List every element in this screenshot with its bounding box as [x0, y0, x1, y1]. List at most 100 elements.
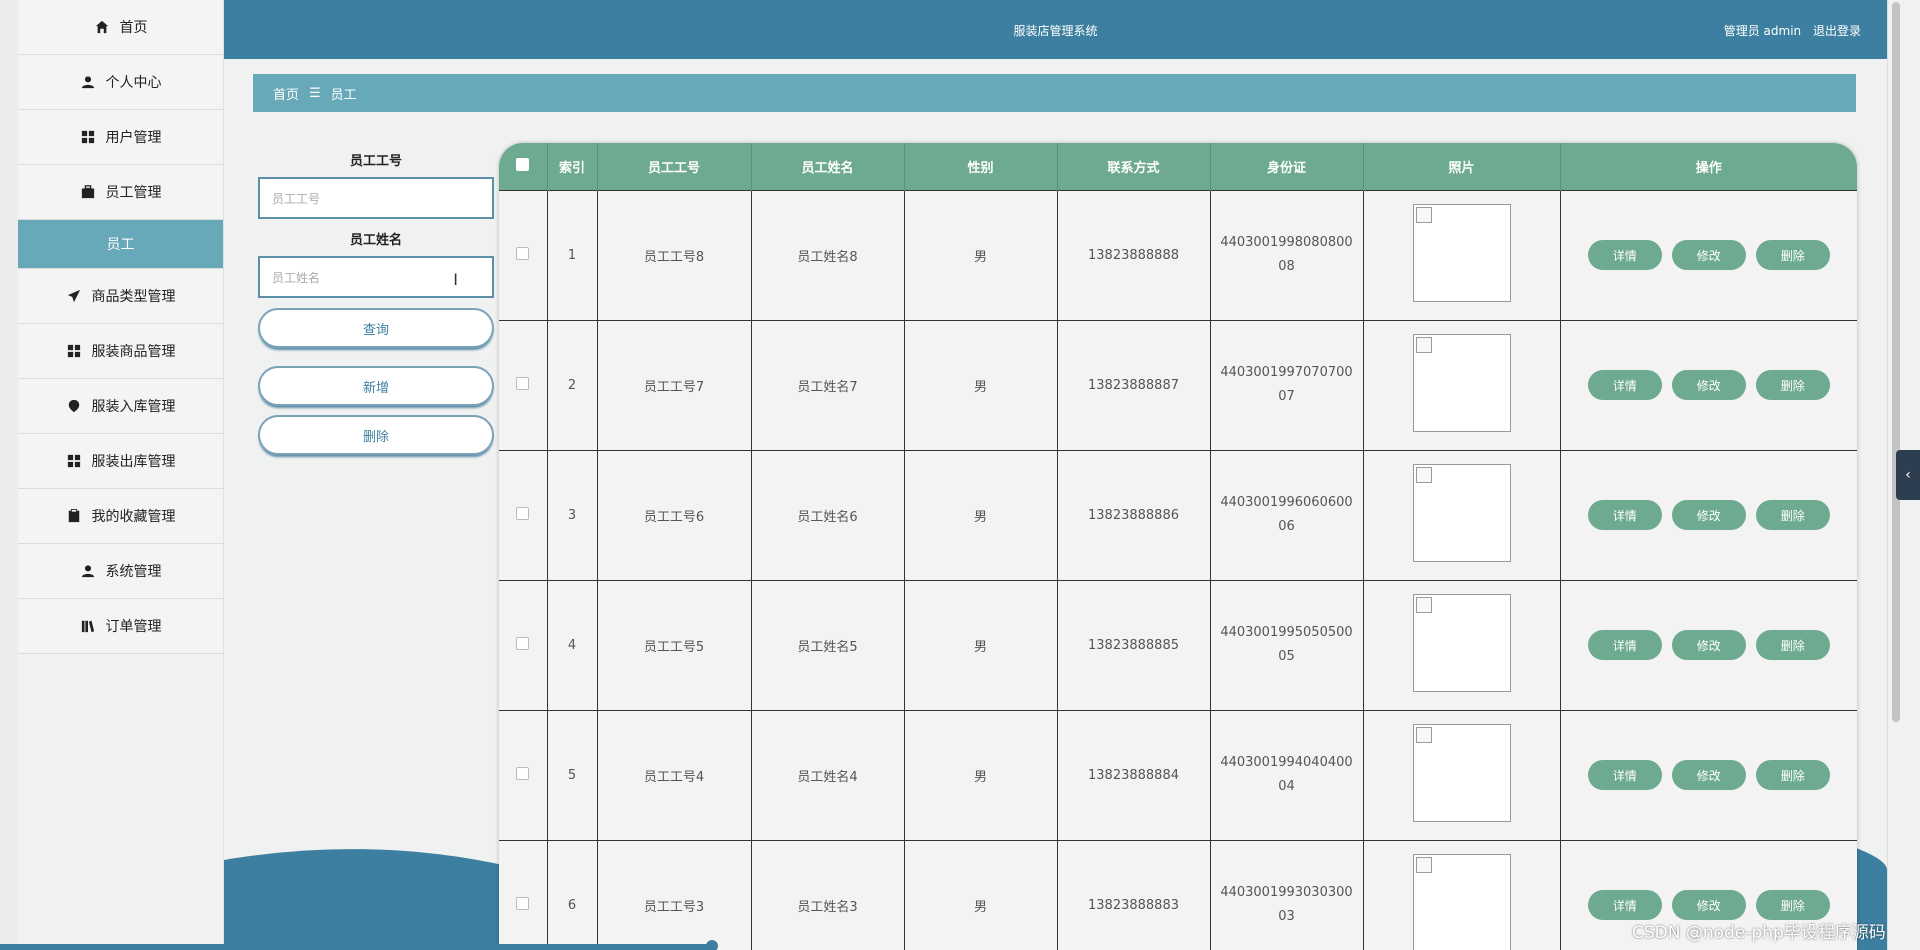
watermark: CSDN @node-php毕设程序源码 [1632, 923, 1886, 943]
employee-table: 索引 员工工号 员工姓名 性别 联系方式 身份证 照片 操作 1 员工工号8 员… [499, 143, 1857, 950]
row-checkbox[interactable] [516, 246, 530, 260]
header-id-card: 身份证 [1210, 143, 1364, 190]
index-cell: 3 [547, 449, 598, 580]
row-checkbox[interactable] [516, 636, 530, 650]
gender-cell: 男 [904, 319, 1058, 450]
photo-cell [1363, 709, 1561, 840]
edit-button[interactable]: 修改 [1671, 760, 1746, 790]
phone-cell: 13823888883 [1057, 839, 1211, 950]
briefcase-icon [80, 184, 96, 200]
photo-cell [1363, 189, 1561, 320]
sidebar-item-label: 服装出库管理 [91, 454, 176, 470]
employee-id-input[interactable]: 员工工号 [258, 177, 494, 219]
actions-cell: 详情 修改 删除 [1560, 319, 1857, 450]
id-card-line: 08 [1278, 259, 1295, 274]
sidebar-item-label: 首页 [119, 20, 148, 36]
employee-name-placeholder: 员工姓名 [272, 270, 321, 285]
add-button[interactable]: 新增 [258, 366, 494, 406]
text-cursor-icon: I [453, 270, 458, 289]
actions-cell: 详情 修改 删除 [1560, 449, 1857, 580]
row-select-cell [499, 579, 548, 710]
detail-button[interactable]: 详情 [1587, 890, 1662, 921]
sidebar-item-clothing-products[interactable]: 服装商品管理 [18, 324, 223, 379]
sidebar-item-home[interactable]: 首页 [18, 0, 223, 55]
grid-icon [80, 129, 96, 145]
sidebar-item-label: 用户管理 [105, 130, 162, 146]
index-cell: 4 [547, 579, 598, 710]
row-delete-button[interactable]: 删除 [1755, 630, 1830, 660]
horizontal-progress-bar [0, 944, 716, 950]
sidebar-item-system[interactable]: 系统管理 [18, 544, 223, 599]
sidebar-item-label: 系统管理 [105, 564, 162, 580]
id-card-cell: 4403001998080800 08 [1210, 189, 1364, 320]
collapse-tab[interactable]: ‹ [1896, 450, 1920, 500]
edit-button[interactable]: 修改 [1671, 240, 1746, 270]
delete-button[interactable]: 删除 [258, 415, 494, 455]
sidebar-item-employees[interactable]: 员工管理 [18, 165, 223, 220]
sidebar-item-profile[interactable]: 个人中心 [18, 55, 223, 110]
scrollbar-thumb[interactable] [1892, 2, 1900, 722]
sidebar-item-favorites[interactable]: 我的收藏管理 [18, 489, 223, 544]
grid-icon [66, 453, 82, 469]
id-card-cell: 4403001993030300 03 [1210, 839, 1364, 950]
row-checkbox[interactable] [516, 506, 530, 520]
row-delete-button[interactable]: 删除 [1755, 760, 1830, 790]
row-select-cell [499, 449, 548, 580]
id-card-cell: 4403001994040400 04 [1210, 709, 1364, 840]
breadcrumb-current: 员工 [330, 87, 357, 103]
left-strip [0, 0, 18, 950]
id-card-cell: 4403001997070700 07 [1210, 319, 1364, 450]
employee-name-input[interactable]: 员工姓名 I [258, 256, 494, 298]
id-card-line: 04 [1278, 779, 1295, 794]
sidebar-item-users[interactable]: 用户管理 [18, 110, 223, 165]
select-all-checkbox[interactable] [516, 157, 530, 171]
sidebar-item-label: 我的收藏管理 [91, 509, 176, 525]
grid-icon [66, 343, 82, 359]
header-employee-id: 员工工号 [597, 143, 752, 190]
sidebar-item-employee[interactable]: 员工 [18, 220, 223, 269]
breadcrumb-home[interactable]: 首页 [273, 84, 299, 103]
gender-cell: 男 [904, 579, 1058, 710]
broken-image-icon [1412, 334, 1511, 432]
row-select-cell [499, 189, 548, 320]
edit-button[interactable]: 修改 [1671, 890, 1746, 921]
id-card-line: 05 [1278, 649, 1295, 664]
photo-cell [1363, 319, 1561, 450]
row-select-cell [499, 709, 548, 840]
detail-button[interactable]: 详情 [1587, 500, 1662, 530]
home-icon [94, 19, 110, 35]
sidebar-item-product-types[interactable]: 商品类型管理 [18, 269, 223, 324]
sidebar-item-orders[interactable]: 订单管理 [18, 599, 223, 654]
detail-button[interactable]: 详情 [1587, 240, 1662, 270]
sidebar-item-label: 订单管理 [105, 619, 162, 635]
row-delete-button[interactable]: 删除 [1755, 370, 1830, 400]
edit-button[interactable]: 修改 [1671, 500, 1746, 530]
detail-button[interactable]: 详情 [1587, 370, 1662, 400]
row-checkbox[interactable] [516, 766, 530, 780]
query-button[interactable]: 查询 [258, 308, 494, 348]
sidebar-item-label: 商品类型管理 [91, 289, 176, 305]
gender-cell: 男 [904, 189, 1058, 320]
row-checkbox[interactable] [516, 896, 530, 910]
sidebar-item-stock-in[interactable]: 服装入库管理 [18, 379, 223, 434]
logout-link[interactable]: 退出登录 [1813, 24, 1861, 38]
phone-cell: 13823888887 [1057, 319, 1211, 450]
row-delete-button[interactable]: 删除 [1755, 240, 1830, 270]
gender-cell: 男 [904, 709, 1058, 840]
header-index: 索引 [547, 143, 598, 190]
progress-knob[interactable] [706, 940, 718, 950]
row-select-cell [499, 839, 548, 950]
row-checkbox[interactable] [516, 376, 530, 390]
pin-icon [66, 398, 82, 414]
row-delete-button[interactable]: 删除 [1755, 890, 1830, 921]
detail-button[interactable]: 详情 [1587, 760, 1662, 790]
detail-button[interactable]: 详情 [1587, 630, 1662, 660]
phone-cell: 13823888888 [1057, 189, 1211, 320]
broken-image-icon [1412, 594, 1511, 692]
index-cell: 2 [547, 319, 598, 450]
edit-button[interactable]: 修改 [1671, 630, 1746, 660]
sidebar-item-stock-out[interactable]: 服装出库管理 [18, 434, 223, 489]
edit-button[interactable]: 修改 [1671, 370, 1746, 400]
row-delete-button[interactable]: 删除 [1755, 500, 1830, 530]
photo-cell [1363, 839, 1561, 950]
